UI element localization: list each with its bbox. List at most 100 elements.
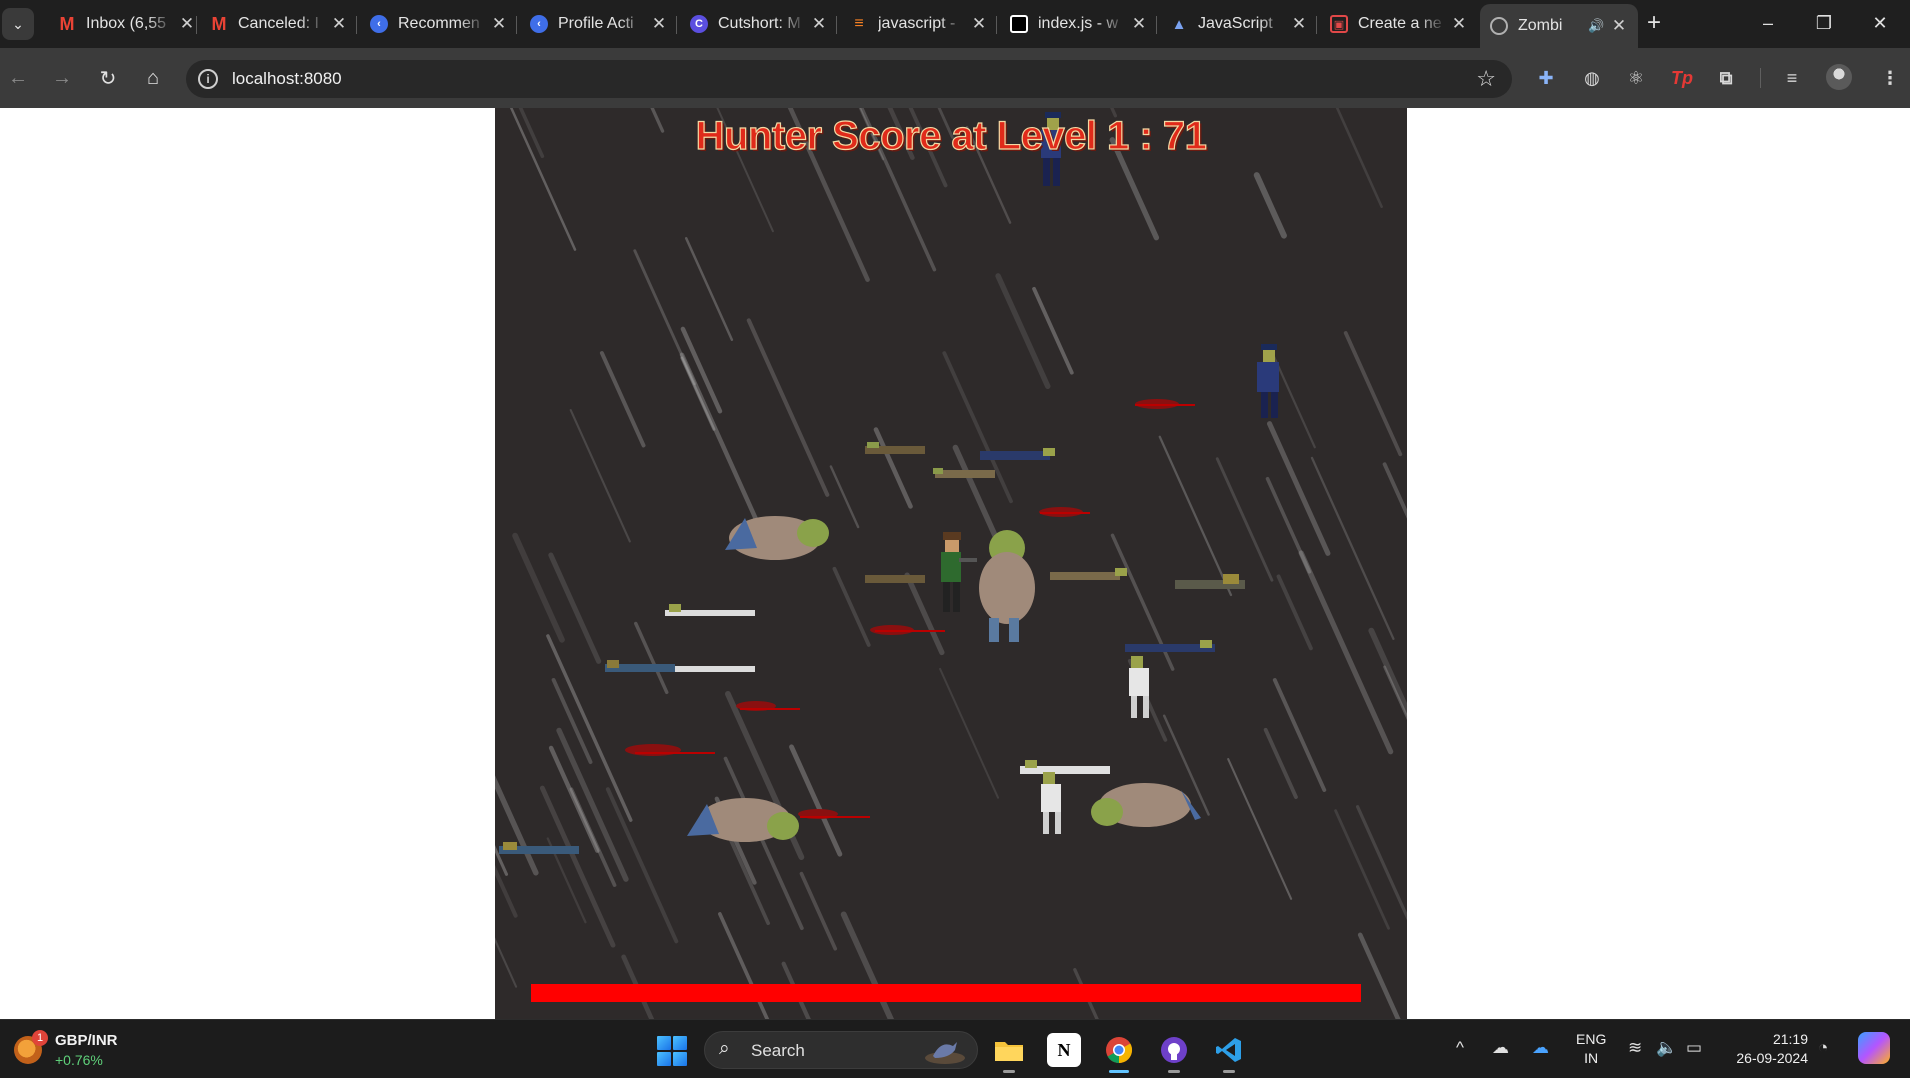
- taskbar-search[interactable]: ⌕ Search: [704, 1031, 978, 1069]
- tab-search-button[interactable]: ⌄: [2, 8, 34, 40]
- close-icon[interactable]: ✕: [970, 14, 988, 34]
- ghost-ext-icon[interactable]: ◍: [1578, 64, 1606, 92]
- arrow-left-icon: ←: [8, 66, 28, 89]
- language-indicator[interactable]: ENG IN: [1576, 1030, 1606, 1068]
- tab-title: index.js - w: [1038, 15, 1119, 32]
- tab-codesandbox[interactable]: index.js - w ✕: [1000, 8, 1158, 40]
- address-bar[interactable]: i localhost:8080 ☆: [186, 60, 1512, 98]
- currency-pair: GBP/INR: [55, 1032, 118, 1049]
- home-button[interactable]: ⌂: [137, 62, 169, 94]
- copilot-icon[interactable]: [1858, 1032, 1890, 1064]
- gmail-icon: M: [211, 13, 227, 34]
- kotlin-icon: ‹: [370, 15, 388, 33]
- tab-profile-activity[interactable]: ‹ Profile Acti ✕: [520, 8, 678, 40]
- react-ext-icon[interactable]: ⚛: [1622, 64, 1650, 92]
- close-icon[interactable]: ✕: [1290, 14, 1308, 34]
- codesandbox-icon: [1010, 15, 1028, 33]
- close-icon[interactable]: ✕: [1130, 14, 1148, 34]
- store-icon: ▣: [1330, 15, 1348, 33]
- bookmark-star-icon[interactable]: ☆: [1476, 66, 1496, 92]
- sprites-layer: [499, 112, 1279, 854]
- reload-button[interactable]: ↻: [92, 62, 124, 94]
- tab-title: Recommen: [398, 15, 480, 32]
- tab-zombie-game[interactable]: Zombi 🔊 ✕: [1480, 4, 1638, 48]
- close-window-button[interactable]: ✕: [1852, 0, 1908, 46]
- tab-title: Zombi: [1518, 17, 1563, 34]
- triangle-logo-icon: ▲: [1171, 15, 1187, 33]
- cutshort-icon: C: [690, 15, 708, 33]
- profile-avatar[interactable]: [1826, 64, 1852, 90]
- game-canvas[interactable]: Hunter Score at Level 1 : 71: [495, 108, 1407, 1019]
- speaker-icon[interactable]: 🔊: [1588, 18, 1606, 34]
- globe-icon: [1490, 17, 1508, 35]
- currency-widget[interactable]: 1 GBP/INR +0.76%: [14, 1030, 144, 1070]
- tab-gmail-inbox[interactable]: M Inbox (6,55 ✕: [48, 8, 206, 40]
- kotlin-icon: ‹: [530, 15, 548, 33]
- minimize-button[interactable]: –: [1740, 0, 1796, 46]
- restore-button[interactable]: ❐: [1796, 0, 1852, 46]
- tab-title: Cutshort: M: [718, 15, 801, 32]
- close-icon[interactable]: ✕: [330, 14, 348, 34]
- language-code: ENG: [1576, 1031, 1607, 1047]
- search-highlight-icon: [925, 1042, 965, 1064]
- home-icon: ⌂: [146, 66, 160, 89]
- onedrive-icon[interactable]: ☁: [1492, 1038, 1509, 1058]
- currency-change: +0.76%: [55, 1052, 103, 1068]
- tab-title: Create a ne: [1358, 15, 1442, 32]
- reload-icon: ↻: [99, 67, 117, 90]
- arrow-right-icon: →: [52, 66, 72, 89]
- hunter-player: [941, 532, 977, 612]
- fat-zombie-enemy: [979, 530, 1035, 642]
- puzzle-ext-icon[interactable]: ✚: [1532, 64, 1560, 92]
- minimize-icon: –: [1762, 12, 1773, 33]
- extensions-icon[interactable]: ⧉: [1712, 64, 1740, 92]
- language-region: IN: [1584, 1050, 1599, 1066]
- clock-time: 21:19: [1772, 1031, 1808, 1047]
- tab-gmail-canceled[interactable]: M Canceled: I ✕: [200, 8, 358, 40]
- search-label: Search: [751, 1041, 805, 1060]
- battery-icon[interactable]: ▭: [1686, 1038, 1702, 1058]
- close-icon[interactable]: ✕: [650, 14, 668, 34]
- tab-cutshort[interactable]: C Cutshort: M ✕: [680, 8, 838, 40]
- notification-bell-icon[interactable]: ◔: [1818, 1038, 1828, 1058]
- tab-stackoverflow[interactable]: ≡ javascript - ✕: [840, 8, 998, 40]
- tab-title: Canceled: I: [238, 15, 319, 32]
- taskbar: 1 GBP/INR +0.76% ⌕ Search N ^ ☁ ☁ ENG IN…: [0, 1019, 1910, 1078]
- tp-ext-icon[interactable]: Tp: [1668, 64, 1696, 92]
- chrome-icon[interactable]: [1102, 1033, 1136, 1073]
- page-viewport: Hunter Score at Level 1 : 71: [0, 108, 1910, 1019]
- close-icon[interactable]: ✕: [490, 14, 508, 34]
- vscode-icon[interactable]: [1212, 1033, 1246, 1073]
- notion-icon[interactable]: N: [1047, 1033, 1081, 1067]
- onedrive-sync-icon[interactable]: ☁: [1532, 1038, 1549, 1058]
- start-button[interactable]: [657, 1036, 687, 1066]
- url-text[interactable]: localhost:8080: [232, 69, 342, 89]
- health-bar: [531, 984, 1361, 1002]
- system-clock[interactable]: 21:19 26-09-2024: [1732, 1030, 1808, 1068]
- file-explorer-icon[interactable]: [992, 1033, 1026, 1073]
- site-info-icon[interactable]: i: [198, 69, 218, 89]
- wifi-icon[interactable]: ≋: [1628, 1038, 1642, 1058]
- volume-icon[interactable]: 🔈: [1656, 1038, 1677, 1058]
- close-icon: ✕: [1872, 12, 1888, 33]
- github-desktop-icon[interactable]: [1157, 1033, 1191, 1073]
- forward-button[interactable]: →: [46, 62, 78, 94]
- close-icon[interactable]: ✕: [1610, 16, 1628, 36]
- new-tab-button[interactable]: +: [1640, 10, 1668, 38]
- tab-recommendations[interactable]: ‹ Recommen ✕: [360, 8, 518, 40]
- kebab-menu-icon[interactable]: ⋮: [1876, 64, 1904, 92]
- media-control-icon[interactable]: ≡: [1778, 64, 1806, 92]
- score-display: Hunter Score at Level 1 : 71: [695, 113, 1207, 158]
- search-icon: ⌕: [719, 1038, 730, 1059]
- close-icon[interactable]: ✕: [1450, 14, 1468, 34]
- close-icon[interactable]: ✕: [178, 14, 196, 34]
- tab-title: Inbox (6,55: [86, 15, 167, 32]
- tab-javascript[interactable]: ▲ JavaScript ✕: [1160, 8, 1318, 40]
- chevron-up-icon[interactable]: ^: [1456, 1038, 1464, 1058]
- close-icon[interactable]: ✕: [810, 14, 828, 34]
- tab-title: javascript -: [878, 15, 956, 32]
- tab-create-new[interactable]: ▣ Create a ne ✕: [1320, 8, 1478, 40]
- back-button[interactable]: ←: [2, 62, 34, 94]
- chevron-down-icon: ⌄: [12, 15, 24, 32]
- tab-title: JavaScript: [1198, 15, 1273, 32]
